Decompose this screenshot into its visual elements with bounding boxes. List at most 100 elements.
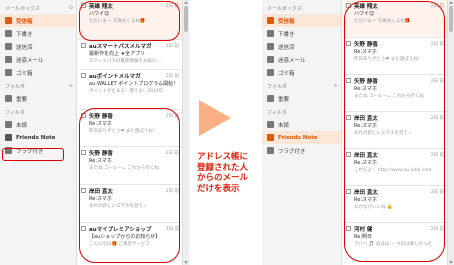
folder-header: フォルダ +: [0, 79, 76, 92]
mail-sender: 岸田 直太: [354, 152, 378, 159]
sidebar-item-inbox[interactable]: 受信箱: [262, 14, 341, 27]
mail-subject: Re:スマホ: [354, 49, 377, 55]
mail-item[interactable]: 英雄 翔太 2日 前 ハワイ😊 ただいま〜 写真おくるね🎁: [78, 0, 182, 40]
scroll-thumb[interactable]: [184, 6, 188, 32]
mail-checkbox[interactable]: [81, 188, 86, 193]
folder-header-label: フォルダ: [5, 84, 26, 90]
mail-checkbox[interactable]: [346, 41, 351, 46]
scroll-up-icon[interactable]: [449, 1, 453, 4]
mail-checkbox[interactable]: [81, 73, 86, 78]
sidebar-item-inbox[interactable]: 受信箱: [0, 14, 76, 27]
sidebar-item-drafts[interactable]: 下書き: [262, 27, 341, 40]
mail-checkbox[interactable]: [346, 226, 351, 231]
caption-line: アドレス帳に: [197, 152, 249, 162]
trash-icon: [267, 69, 274, 76]
trash-icon: [5, 69, 12, 76]
folder-header: フォルダ +: [262, 79, 341, 92]
sidebar-item-spam[interactable]: 迷惑メール: [262, 53, 341, 66]
mail-checkbox[interactable]: [81, 150, 86, 155]
mail-item[interactable]: 岸田 直太 2日 前 Re:スマホ あれの新しいスマホを見て☆: [343, 112, 447, 149]
sidebar-item-drafts[interactable]: 下書き: [0, 27, 76, 40]
filter-header-label: フィルタ: [267, 110, 287, 116]
mail-preview: こんにちは🎁 ご来店サービス: [89, 242, 151, 247]
mail-subject: 最新作を向上 ★全アプリ: [89, 51, 146, 57]
sidebar-item-label: 重要: [278, 96, 290, 103]
mail-preview: ただいま〜 写真おくるね🎁: [354, 19, 411, 24]
caption-line: 登録された人: [197, 162, 249, 173]
sidebar-item-important[interactable]: 重要: [262, 92, 341, 105]
mail-subject: Re:スマホ: [354, 86, 377, 92]
friends-icon: [267, 134, 274, 141]
sidebar-item-sent[interactable]: 送信済: [262, 40, 341, 53]
sidebar-item-sent[interactable]: 送信済: [0, 40, 76, 53]
sidebar-item-friends-note[interactable]: Friends Note: [0, 131, 76, 144]
mail-subject: Re:スマホ: [89, 121, 112, 127]
inbox-icon: [5, 17, 12, 24]
sidebar-item-flagged[interactable]: フラグ付き: [262, 144, 341, 157]
mail-item[interactable]: auスマートパスメルマガ 2日 前 最新作を向上 ★全アプリ スマートパスの最新情…: [78, 40, 182, 70]
mail-item[interactable]: 岸田 直太 2日 前 Re:スマホ なかなかいいね 👍: [343, 186, 447, 223]
mail-date: 2日 前: [430, 3, 444, 9]
sidebar-item-friends-note[interactable]: Friends Note: [262, 131, 341, 144]
sidebar-item-trash[interactable]: ゴミ箱: [262, 66, 341, 79]
sidebar-item-unread[interactable]: 未読: [0, 118, 76, 131]
mail-checkbox[interactable]: [346, 115, 351, 120]
mail-preview: 昨日ありがとう❤ また遊ぼうね！: [89, 129, 158, 134]
mail-item[interactable]: auポイントメルマガ 2日 前 au WALLET ポイントプログラム開始！ ポイ…: [78, 70, 182, 110]
sidebar-item-important[interactable]: 重要: [0, 92, 76, 105]
mail-subject: 【auショップからのお知らせ】: [89, 234, 161, 240]
mail-checkbox[interactable]: [81, 226, 86, 231]
mail-checkbox[interactable]: [346, 3, 351, 8]
mail-preview: またね コーヒー☕ これから行くね: [354, 94, 424, 99]
scroll-thumb[interactable]: [449, 6, 453, 32]
mail-item[interactable]: 矢野 静香 2日 前 Re:スマホ またね コーヒー☕ これから行くね: [78, 147, 182, 185]
scrollbar[interactable]: [447, 0, 454, 265]
mail-checkbox[interactable]: [346, 152, 351, 157]
unread-icon: [5, 121, 12, 128]
mail-preview: またね コーヒー☕ これから行くね: [89, 166, 159, 171]
mail-item[interactable]: 岸田 直太 2日 前 Re:スマホ あれの新しいスマホを見て☆: [78, 185, 182, 223]
mail-sender: 矢野 静香: [354, 41, 378, 48]
filter-header: フィルタ: [262, 105, 341, 118]
mail-checkbox[interactable]: [346, 189, 351, 194]
mail-item[interactable]: 矢野 静香 2日 前 Re:スマホ 昨日ありがとう❤ また遊ぼうね！: [78, 110, 182, 147]
scroll-down-icon[interactable]: [184, 261, 188, 264]
mail-preview: ただいま〜 写真おくるね🎁: [89, 19, 146, 24]
mail-subject: Re:スマホ: [89, 196, 112, 202]
mail-item[interactable]: 英雄 翔太 2日 前 ハワイ😊 ただいま〜 写真おくるね🎁: [343, 0, 447, 38]
mail-date: 2日 前: [165, 150, 179, 156]
folder-icon: [5, 95, 12, 102]
mail-item[interactable]: 矢野 静香 2日 前 Re:スマホ 昨日ありがとう❤ また遊ぼうね！: [343, 38, 447, 75]
mail-item[interactable]: 河村 健 2日 前 Re:明日 アハハ 🎵 あはは ☆ 今日は楽しかった: [343, 223, 447, 265]
mail-checkbox[interactable]: [81, 3, 86, 8]
sidebar-item-spam[interactable]: 迷惑メール: [0, 53, 76, 66]
mail-date: 2日 前: [165, 226, 179, 232]
scrollbar[interactable]: [182, 0, 189, 265]
mail-date: 2日 前: [165, 188, 179, 194]
scroll-up-icon[interactable]: [184, 1, 188, 4]
mailbox-settings-icon[interactable]: ⊙: [69, 5, 73, 12]
mail-sender: 英雄 翔太: [354, 3, 378, 10]
sidebar-item-unread[interactable]: 未読: [262, 118, 341, 131]
add-folder-button[interactable]: +: [334, 83, 338, 90]
mail-item[interactable]: 矢野 静香 2日 前 Re:スマホ またね コーヒー☕ これから行くね: [343, 75, 447, 112]
mail-date: 2日 前: [430, 78, 444, 84]
inbox-icon: [267, 17, 274, 24]
scroll-down-icon[interactable]: [449, 261, 453, 264]
mail-item[interactable]: 岸田 直太 2日 前 Re:スマホ これだよ！ http://www.au.kdd…: [343, 149, 447, 186]
sidebar-item-trash[interactable]: ゴミ箱: [0, 66, 76, 79]
mail-checkbox[interactable]: [81, 113, 86, 118]
mail-item[interactable]: auマイプレミアショップ 2日 前 【auショップからのお知らせ】 こんにちは🎁 …: [78, 223, 182, 265]
filter-header-label: フィルタ: [5, 110, 25, 116]
mailbox-header-label: メールボックス: [5, 6, 40, 12]
mail-panel-after: メールボックス 受信箱 下書き 送信済 迷惑メール ゴミ箱 フォルダ + 重要: [262, 0, 454, 265]
mail-checkbox[interactable]: [81, 43, 86, 48]
add-folder-button[interactable]: +: [69, 83, 73, 90]
draft-icon: [267, 30, 274, 37]
mail-panel-before: メールボックス ⊙ 受信箱 下書き 送信済 迷惑メール ゴミ箱 フォルダ + 重…: [0, 0, 190, 265]
mail-date: 2日 前: [430, 189, 444, 195]
mail-checkbox[interactable]: [346, 78, 351, 83]
filter-header: フィルタ: [0, 105, 76, 118]
mail-subject: Re:スマホ: [354, 123, 377, 129]
mail-subject: Re:スマホ: [354, 197, 377, 203]
